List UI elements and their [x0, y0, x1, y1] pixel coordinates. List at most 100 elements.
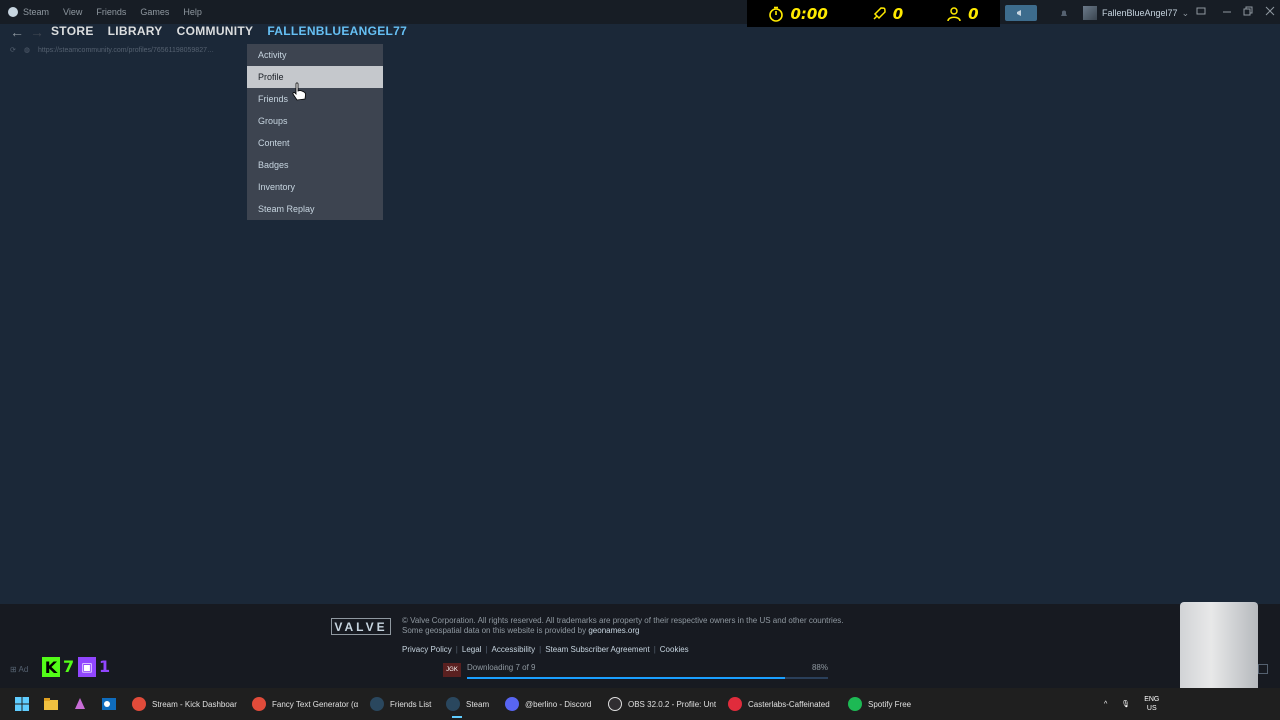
screen-icon[interactable] [1196, 6, 1206, 16]
footer-link-privacy[interactable]: Privacy Policy [402, 645, 452, 654]
chevron-down-icon[interactable]: ⌄ [1182, 8, 1190, 19]
nav-library[interactable]: LIBRARY [108, 24, 163, 38]
nav-community[interactable]: COMMUNITY [177, 24, 254, 38]
dropdown-item-groups[interactable]: Groups [247, 110, 383, 132]
taskbar-app-casterlabs[interactable]: Casterlabs-Caffeinated [728, 694, 830, 714]
chrome-icon [132, 697, 146, 711]
taskbar-app-friends-list[interactable]: Friends List [370, 694, 431, 714]
footer-link-cookies[interactable]: Cookies [660, 645, 689, 654]
footer-separator: | [485, 645, 488, 654]
taskbar-app-label: Steam [466, 699, 490, 709]
timer-stat: 0:00 [768, 4, 828, 23]
stream-badges: K 7 ▣ 1 [42, 657, 110, 679]
footer-link-ssa[interactable]: Steam Subscriber Agreement [545, 645, 650, 654]
game-icon: JGK [443, 663, 461, 677]
megaphone-icon [1017, 10, 1021, 16]
taskbar-app-obs[interactable]: OBS 32.0.2 - Profile: Unt [608, 694, 716, 714]
bell-icon[interactable] [1059, 8, 1069, 18]
windows-start-icon[interactable] [14, 696, 30, 712]
forward-arrow-icon[interactable]: → [30, 24, 44, 40]
stream-overlay: 0:00 0 0 [747, 0, 1000, 27]
download-progress-bar [467, 677, 828, 679]
user-icon [947, 6, 961, 21]
dropdown-item-badges[interactable]: Badges [247, 154, 383, 176]
chevron-up-icon[interactable]: ^ [1104, 701, 1107, 708]
download-status[interactable]: JGK Downloading 7 of 9 88% [443, 663, 828, 683]
rocket-icon [873, 6, 886, 20]
menu-help[interactable]: Help [183, 7, 202, 17]
steam-icon [446, 697, 460, 711]
steam-logo-icon [8, 7, 18, 17]
system-tray: ^ 🎙 ENG US [1104, 688, 1159, 720]
close-icon[interactable] [1265, 6, 1275, 16]
kick-icon: K [42, 657, 60, 677]
taskbar-app-kick-dashboard[interactable]: Stream - Kick Dashboar [132, 694, 237, 714]
taskbar-app-label: Casterlabs-Caffeinated [748, 699, 830, 709]
stopwatch-icon [769, 6, 784, 22]
avatar[interactable] [1083, 6, 1097, 20]
geonames-link[interactable]: geonames.org [588, 626, 639, 635]
footer-link-legal[interactable]: Legal [462, 645, 482, 654]
copyright-text: © Valve Corporation. All rights reserved… [402, 616, 844, 636]
dropdown-item-profile[interactable]: Profile [247, 66, 383, 88]
outlook-icon[interactable] [101, 696, 117, 712]
dropdown-item-activity[interactable]: Activity [247, 44, 383, 66]
region-code: US [1146, 705, 1157, 712]
user-stat: 0 [946, 4, 979, 23]
nav-store[interactable]: STORE [51, 24, 94, 38]
valve-logo[interactable]: VALVE [331, 618, 391, 635]
menu-games[interactable]: Games [140, 7, 169, 17]
menu-view[interactable]: View [63, 7, 82, 17]
back-arrow-icon[interactable]: ← [10, 24, 24, 40]
taskbar-app-label: @berlino - Discord [525, 699, 592, 709]
taskbar-app-label: Stream - Kick Dashboar [152, 699, 237, 709]
discord-icon [505, 697, 519, 711]
minimize-icon[interactable] [1222, 6, 1232, 16]
url-text[interactable]: https://steamcommunity.com/profiles/7656… [38, 47, 214, 54]
geospatial-line: Some geospatial data on this website is … [402, 626, 844, 636]
account-name[interactable]: FallenBlueAngel77 [1102, 8, 1178, 18]
add-game-text: Ad [18, 665, 29, 674]
microphone-icon[interactable]: 🎙 [1121, 700, 1130, 708]
download-percent: 88% [811, 663, 828, 672]
taskbar-app-label: OBS 32.0.2 - Profile: Unt [628, 699, 717, 709]
main-nav: ← → STORE LIBRARY COMMUNITY FALLENBLUEAN… [0, 24, 1280, 40]
rocket-stat: 0 [871, 5, 903, 23]
announcements-button[interactable] [1005, 5, 1037, 21]
language-indicator[interactable]: ENG US [1144, 695, 1159, 713]
url-bar: ⟳ ◍ https://steamcommunity.com/profiles/… [10, 46, 214, 55]
globe-icon: ◍ [23, 47, 30, 54]
taskbar-app-steam[interactable]: Steam [446, 694, 490, 718]
restore-icon[interactable] [1243, 6, 1253, 16]
dropdown-item-friends[interactable]: Friends [247, 88, 383, 110]
nav-profile[interactable]: FALLENBLUEANGEL77 [267, 24, 407, 38]
dropdown-item-content[interactable]: Content [247, 132, 383, 154]
menu-friends[interactable]: Friends [96, 7, 126, 17]
taskbar: Stream - Kick Dashboar Fancy Text Genera… [0, 688, 1280, 720]
steam-icon [370, 697, 384, 711]
reload-icon[interactable]: ⟳ [10, 46, 16, 54]
timer-value: 0:00 [790, 4, 828, 23]
friends-chat-icon[interactable] [1258, 664, 1268, 674]
user-value: 0 [968, 4, 979, 23]
obs-icon [608, 697, 622, 711]
taskbar-app-spotify[interactable]: Spotify Free [848, 694, 911, 714]
spotify-icon [848, 697, 862, 711]
dropdown-item-steam-replay[interactable]: Steam Replay [247, 198, 383, 220]
hand-cursor-icon [292, 82, 306, 101]
geospatial-prefix: Some geospatial data on this website is … [402, 626, 589, 635]
profile-dropdown: Activity Profile Friends Groups Content … [247, 44, 383, 220]
menu-steam[interactable]: Steam [8, 7, 49, 17]
add-game-label[interactable]: ⊞ Ad [10, 665, 28, 674]
copyright-line: © Valve Corporation. All rights reserved… [402, 616, 844, 625]
twitch-count: 1 [99, 657, 111, 676]
footer-link-accessibility[interactable]: Accessibility [492, 645, 536, 654]
taskbar-app-discord[interactable]: @berlino - Discord [505, 694, 591, 714]
copilot-icon[interactable] [72, 696, 88, 712]
casterlabs-icon [728, 697, 742, 711]
taskbar-app-fancy-text[interactable]: Fancy Text Generator (α [252, 694, 358, 714]
file-explorer-icon[interactable] [43, 696, 59, 712]
chrome-icon [252, 697, 266, 711]
taskbar-app-label: Friends List [390, 699, 432, 709]
dropdown-item-inventory[interactable]: Inventory [247, 176, 383, 198]
